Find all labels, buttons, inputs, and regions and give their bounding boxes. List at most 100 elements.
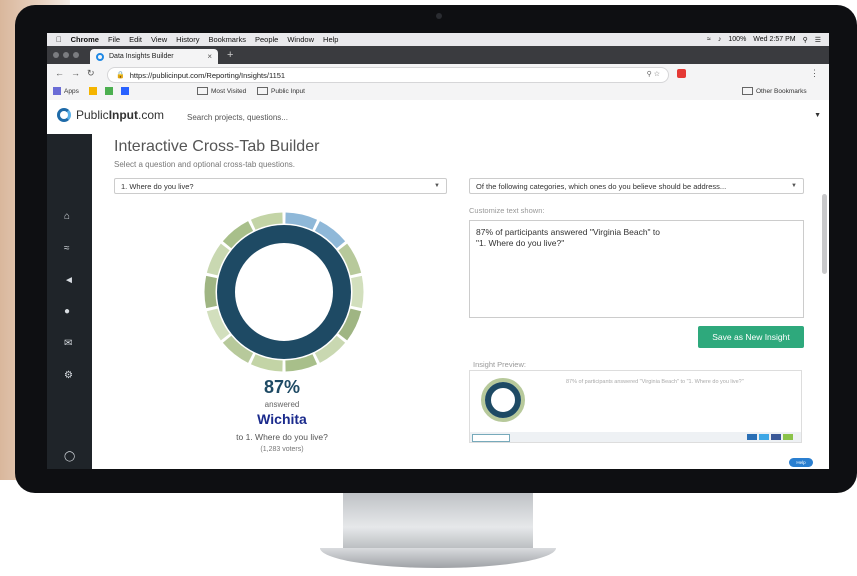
wifi-icon[interactable]: ≈ (707, 36, 711, 43)
favicon-icon (96, 52, 104, 61)
back-icon[interactable]: ← (55, 68, 64, 78)
question-select[interactable]: 1. Where do you live? ▼ (114, 178, 447, 194)
donut-outer-segment (351, 275, 364, 309)
minimize-window-dot[interactable] (63, 52, 69, 58)
bookmark-photos[interactable] (105, 87, 116, 95)
twitter-icon[interactable] (759, 434, 769, 440)
result-answered: answered (264, 400, 300, 409)
photos-icon (105, 87, 113, 95)
menu-file[interactable]: File (108, 35, 120, 44)
custom-text-line-2: "1. Where do you live?" (476, 238, 565, 248)
maximize-window-dot[interactable] (73, 52, 79, 58)
url-bar[interactable]: 🔒 https://publicinput.com/Reporting/Insi… (107, 67, 669, 83)
bookmark-other[interactable]: Other Bookmarks (742, 87, 807, 95)
new-tab-icon[interactable]: + (227, 49, 233, 61)
bookmark-apps-label: Apps (64, 87, 79, 95)
result-question: to 1. Where do you live? (236, 432, 328, 442)
preview-text: 87% of participants answered "Virginia B… (566, 379, 744, 385)
menu-window[interactable]: Window (287, 35, 314, 44)
menu-history[interactable]: History (176, 35, 199, 44)
apple-icon[interactable]:  (56, 35, 62, 44)
result-answer: Wichita (257, 411, 307, 427)
bookmark-app-icon (121, 87, 129, 95)
page-title: Interactive Cross-Tab Builder (114, 138, 320, 155)
bookmark-public-input[interactable]: Public Input (257, 87, 305, 95)
sidebar: ⌂ ≈ ◄ ● ✉ ⚙ ◯ (47, 134, 92, 469)
folder-icon (742, 87, 753, 95)
global-search-input[interactable]: Search projects, questions... (187, 113, 288, 122)
monitor-stand (343, 493, 533, 555)
app-header: Public Input .com Search projects, questio… (47, 100, 829, 135)
logo-bold: Input (108, 108, 139, 122)
close-window-dot[interactable] (53, 52, 59, 58)
donut-outer-segment (250, 354, 283, 372)
notifications-icon[interactable]: ☰ (815, 36, 821, 44)
logo-icon (57, 108, 71, 122)
bookmark-drive[interactable] (89, 87, 100, 95)
donut-hole (236, 244, 332, 340)
help-icon[interactable]: ◯ (64, 452, 75, 462)
scrollbar[interactable] (822, 194, 827, 274)
reload-icon[interactable]: ↻ (87, 68, 95, 79)
bookmark-blue[interactable] (121, 87, 132, 95)
donut-outer-segment (250, 212, 283, 230)
chrome-menu-icon[interactable]: ⋮ (810, 68, 819, 79)
menu-chrome[interactable]: Chrome (71, 35, 99, 44)
publicinput-logo[interactable]: Public Input .com (57, 108, 164, 122)
linkedin-icon[interactable] (747, 434, 757, 440)
insight-preview-label: Insight Preview: (473, 360, 526, 369)
menubar-status: ≈ ♪ 100% Wed 2:57 PM ⚲ ☰ (700, 33, 821, 46)
home-icon[interactable]: ⌂ (64, 212, 70, 222)
battery-percent: 100% (728, 36, 747, 43)
bookmark-most-visited[interactable]: Most Visited (197, 87, 246, 95)
donut-outer-segment (204, 275, 217, 309)
spotlight-icon[interactable]: ⚲ (803, 36, 808, 44)
window-controls (53, 52, 83, 58)
bookmark-star-icon[interactable]: ⚲ ☆ (647, 70, 660, 78)
donut-outer-segment (285, 354, 318, 372)
chart-icon[interactable]: ≈ (64, 244, 70, 254)
volume-icon[interactable]: ♪ (718, 36, 722, 43)
menu-people[interactable]: People (255, 35, 278, 44)
help-badge[interactable]: Help (789, 458, 813, 467)
menu-edit[interactable]: Edit (129, 35, 142, 44)
monitor-foot (320, 548, 556, 568)
address-bar-row: ← → ↻ 🔒 https://publicinput.com/Reportin… (47, 64, 829, 84)
preview-donut-chart (481, 378, 525, 422)
browser-tabbar: Data Insights Builder × + (47, 46, 829, 64)
page-subtitle: Select a question and optional cross-tab… (114, 160, 296, 169)
bookmarks-bar: Apps Most Visited Public Input Other Boo… (47, 84, 829, 101)
save-insight-button[interactable]: Save as New Insight (698, 326, 804, 348)
custom-text-area[interactable]: 87% of participants answered "Virginia B… (469, 220, 804, 318)
main-content: Interactive Cross-Tab Builder Select a q… (92, 134, 829, 469)
megaphone-icon[interactable]: ◄ (64, 276, 74, 286)
menu-help[interactable]: Help (323, 35, 338, 44)
crosstab-select[interactable]: Of the following categories, which ones … (469, 178, 804, 194)
link-icon[interactable] (783, 434, 793, 440)
bookmark-public-input-label: Public Input (271, 87, 305, 95)
folder-icon (257, 87, 268, 95)
menu-view[interactable]: View (151, 35, 167, 44)
bookmark-apps[interactable]: Apps (53, 87, 79, 95)
user-menu-caret-icon[interactable]: ▼ (814, 112, 821, 119)
forward-icon[interactable]: → (71, 68, 80, 78)
gear-icon[interactable]: ⚙ (64, 371, 73, 381)
result-donut-chart (204, 212, 364, 372)
users-icon[interactable]: ● (64, 307, 70, 317)
mac-menubar:  Chrome File Edit View History Bookmark… (47, 33, 829, 46)
extension-icon[interactable] (677, 69, 686, 78)
result-voters: (1,283 voters) (260, 446, 304, 453)
browser-tab[interactable]: Data Insights Builder × (90, 49, 218, 64)
drive-icon (89, 87, 97, 95)
donut-outer-segment (285, 212, 318, 230)
clock[interactable]: Wed 2:57 PM (753, 36, 795, 43)
screen:  Chrome File Edit View History Bookmark… (47, 33, 829, 469)
chevron-down-icon: ▼ (791, 183, 797, 189)
facebook-icon[interactable] (771, 434, 781, 440)
mail-icon[interactable]: ✉ (64, 339, 72, 349)
lock-icon: 🔒 (116, 72, 125, 79)
custom-text-line-1: 87% of participants answered "Virginia B… (476, 227, 661, 237)
menu-bookmarks[interactable]: Bookmarks (208, 35, 246, 44)
close-tab-icon[interactable]: × (207, 52, 212, 61)
insight-preview: 87% of participants answered "Virginia B… (469, 370, 802, 443)
